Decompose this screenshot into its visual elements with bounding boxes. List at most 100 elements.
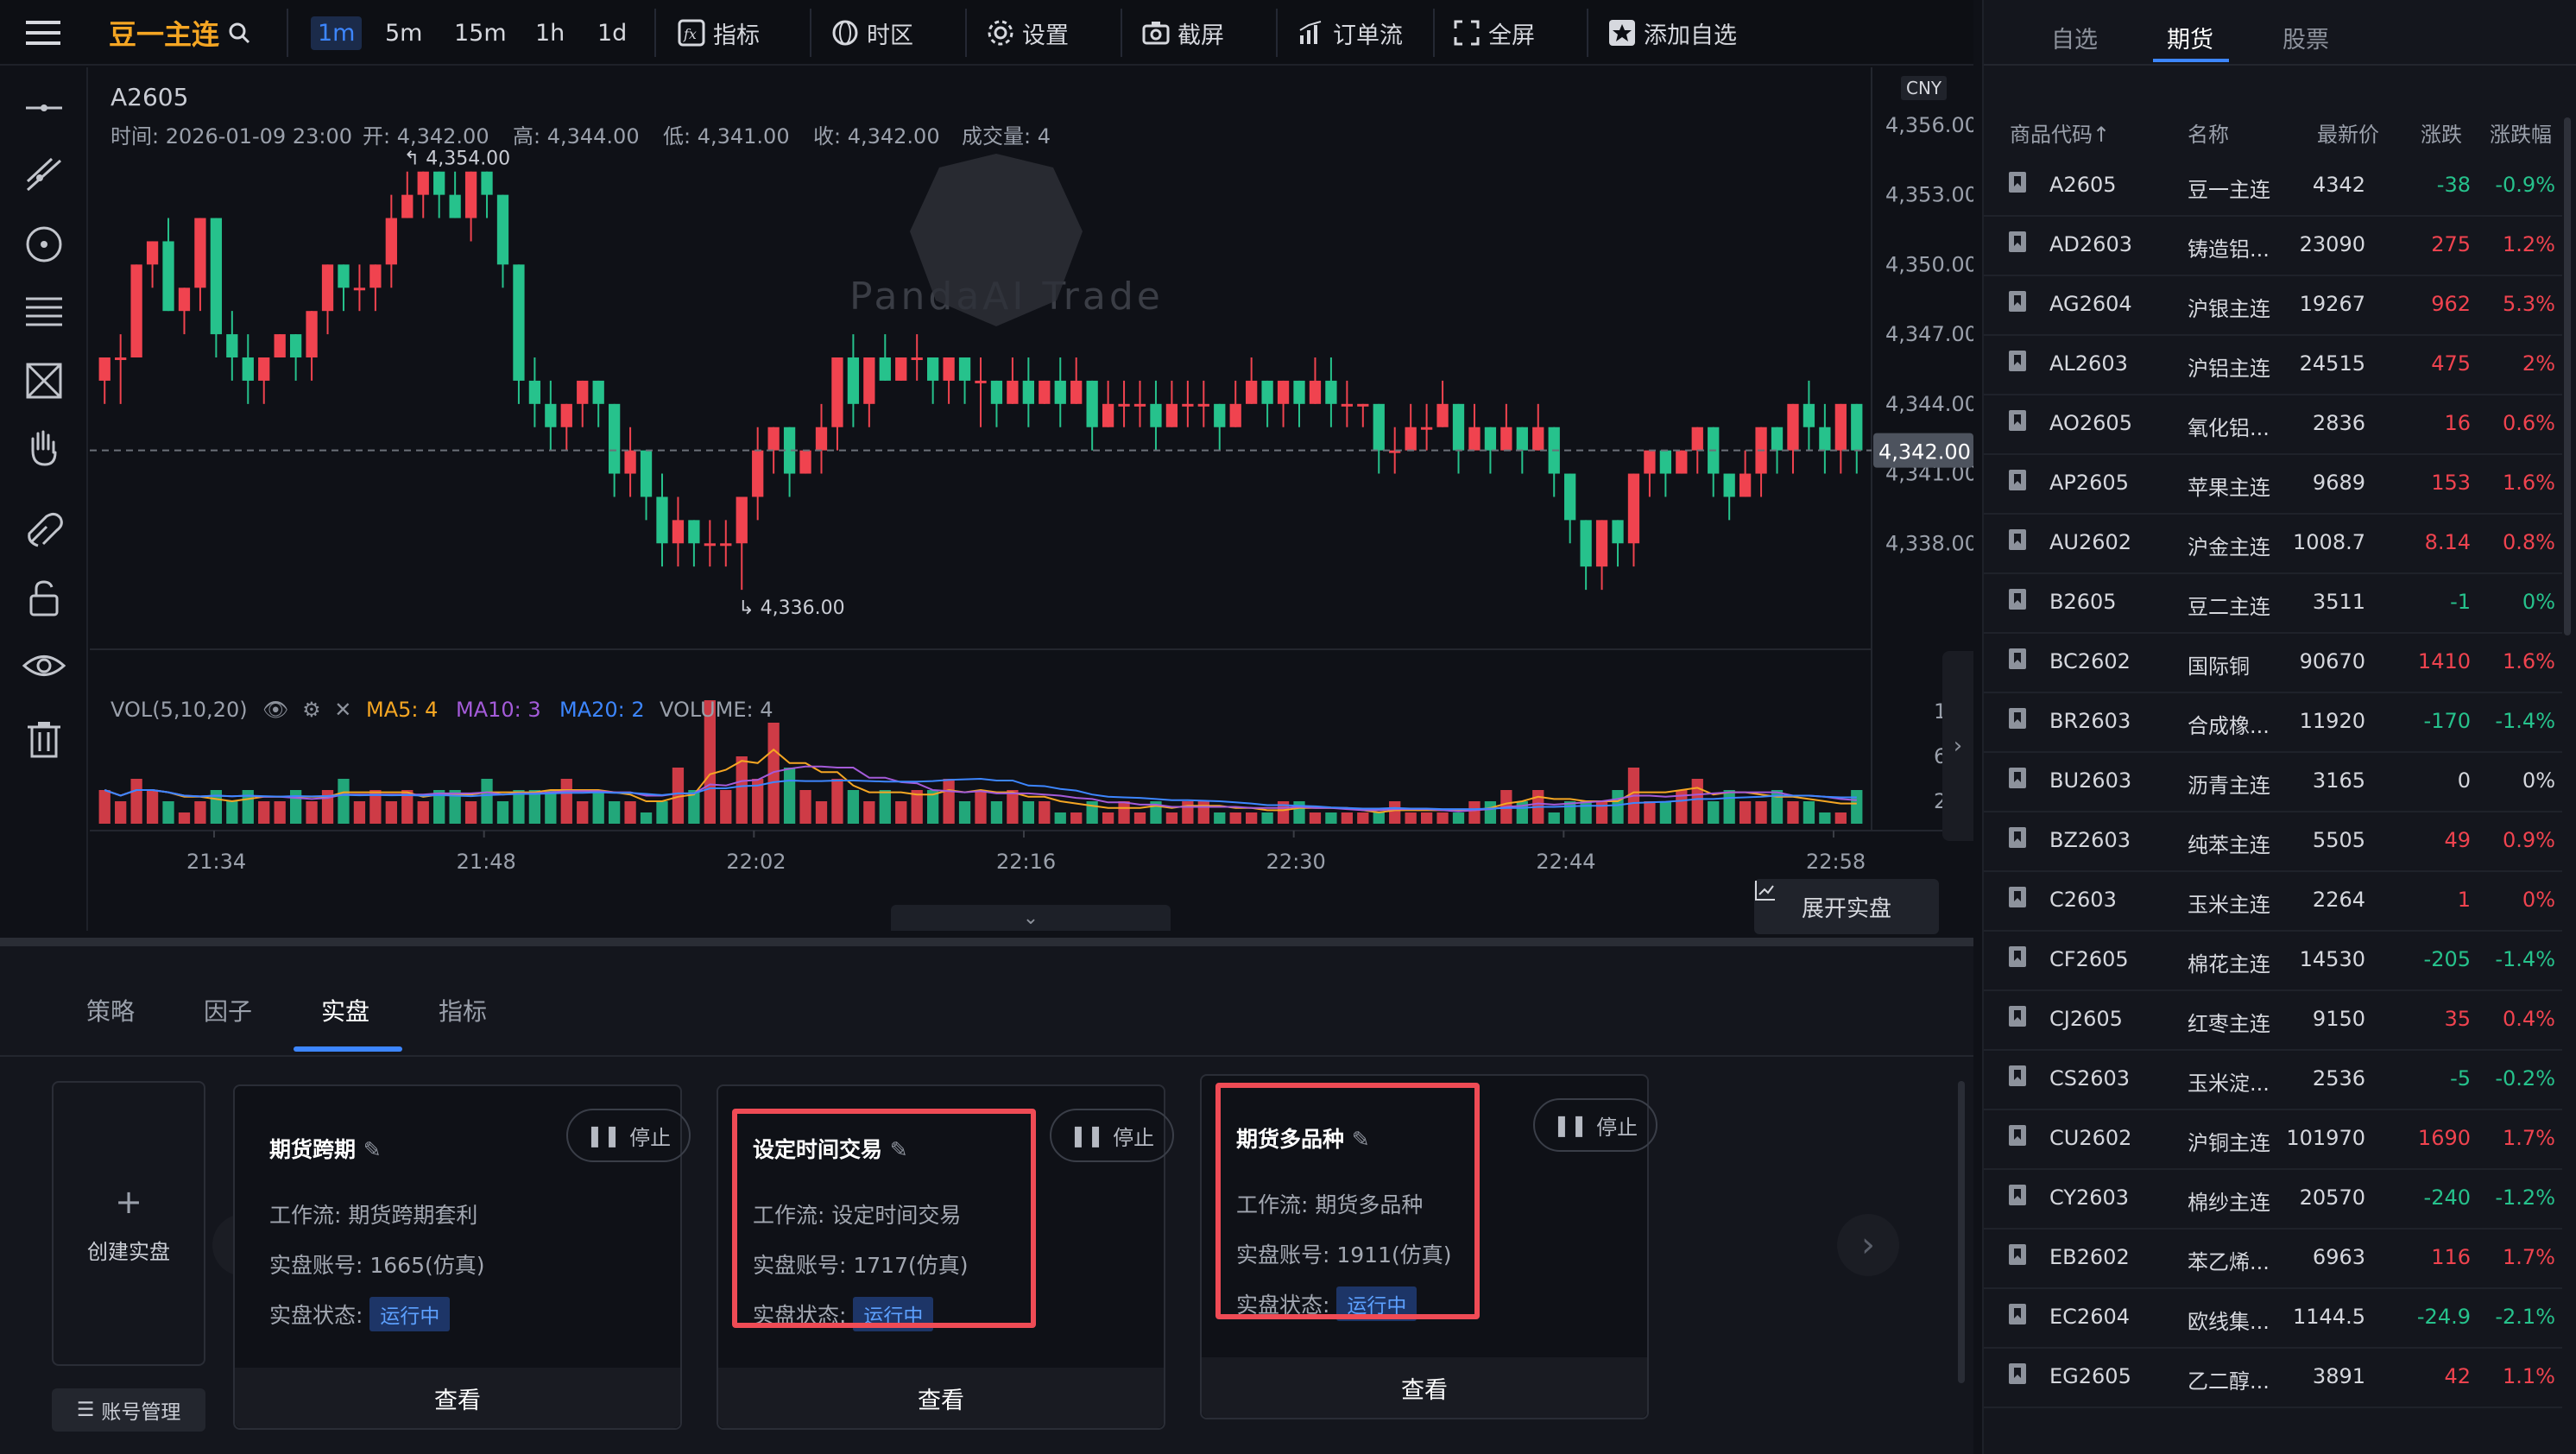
bookmark-icon[interactable] — [2008, 231, 2027, 258]
tab-futures[interactable]: 期货 — [2167, 21, 2213, 54]
period-15m[interactable]: 15m — [454, 0, 507, 66]
bookmark-icon[interactable] — [2008, 171, 2027, 199]
circle-tool-icon[interactable] — [21, 221, 67, 268]
add-watch-button[interactable]: 添加自选 — [1607, 0, 1737, 66]
close-icon[interactable]: ✕ — [334, 698, 351, 722]
market-row[interactable]: CU2602 沪铜主连 101970 1690 1.7% — [1984, 1110, 2562, 1170]
lock-icon[interactable] — [21, 575, 67, 622]
market-row[interactable]: B2605 豆二主连 3511 -1 0% — [1984, 574, 2562, 634]
menu-icon[interactable] — [24, 0, 62, 66]
tab-live[interactable]: 实盘 — [321, 993, 369, 1027]
tab-strategy[interactable]: 策略 — [86, 993, 135, 1027]
view-button[interactable]: 查看 — [1202, 1357, 1647, 1418]
market-row[interactable]: CJ2605 红枣主连 9150 35 0.4% — [1984, 991, 2562, 1051]
order-flow-button[interactable]: 订单流 — [1297, 0, 1403, 66]
bookmark-icon[interactable] — [2008, 528, 2027, 556]
bookmark-icon[interactable] — [2008, 469, 2027, 496]
carousel-next-button[interactable]: › — [1837, 1214, 1899, 1276]
bookmark-icon[interactable] — [2008, 1184, 2027, 1211]
period-1m[interactable]: 1m — [311, 0, 363, 66]
market-row[interactable]: BU2603 沥青主连 3165 0 0% — [1984, 753, 2562, 812]
eye-icon[interactable] — [21, 642, 67, 689]
tab-stocks[interactable]: 股票 — [2282, 21, 2329, 54]
horizontal-line-icon[interactable] — [21, 85, 67, 131]
bookmark-icon[interactable] — [2008, 648, 2027, 675]
period-1h[interactable]: 1h — [535, 0, 565, 66]
bookmark-icon[interactable] — [2008, 290, 2027, 318]
market-row[interactable]: A2605 豆一主连 4342 -38 -0.9% — [1984, 157, 2562, 217]
tab-indicator[interactable]: 指标 — [439, 993, 487, 1027]
bookmark-icon[interactable] — [2008, 1303, 2027, 1331]
bottom-scrollbar[interactable] — [1958, 1081, 1965, 1383]
fibonacci-icon[interactable] — [21, 288, 67, 335]
market-row[interactable]: BR2603 合成橡... 11920 -170 -1.4% — [1984, 693, 2562, 753]
header-price[interactable]: 最新价 — [2317, 117, 2379, 148]
market-row[interactable]: AU2602 沪金主连 1008.7 8.14 0.8% — [1984, 515, 2562, 574]
search-icon[interactable] — [228, 22, 250, 44]
edit-icon[interactable]: ✎ — [363, 1137, 382, 1162]
market-row[interactable]: CS2603 玉米淀... 2536 -5 -0.2% — [1984, 1051, 2562, 1110]
trash-icon[interactable] — [21, 717, 67, 763]
bookmark-icon[interactable] — [2008, 707, 2027, 735]
bookmark-icon[interactable] — [2008, 945, 2027, 973]
stop-button[interactable]: ❚❚ 停止 — [1533, 1098, 1657, 1152]
market-row[interactable]: EB2602 苯乙烯... 6963 116 1.7% — [1984, 1230, 2562, 1289]
live-card-futures-spread[interactable]: 期货跨期 ✎ ❚❚ 停止 工作流: 期货跨期套利 实盘账号: 1665(仿真) 实… — [233, 1084, 691, 1430]
header-code[interactable]: 商品代码↑ — [2010, 117, 2110, 148]
bookmark-icon[interactable] — [2008, 588, 2027, 616]
bookmark-icon[interactable] — [2008, 1243, 2027, 1271]
bookmark-icon[interactable] — [2008, 1362, 2027, 1390]
kline-chart[interactable]: 4,356.00 4,353.00 4,350.00 4,347.00 4,344.00… — [90, 67, 1973, 934]
header-change[interactable]: 涨跌 — [2421, 117, 2462, 148]
chart-canvas[interactable]: 4,356.00 4,353.00 4,350.00 4,347.00 4,344.00… — [90, 67, 1973, 931]
market-row[interactable]: EC2604 欧线集... 1144.5 -24.9 -2.1% — [1984, 1289, 2562, 1349]
fullscreen-button[interactable]: 全屏 — [1452, 0, 1535, 66]
screenshot-button[interactable]: 截屏 — [1141, 0, 1224, 66]
market-row[interactable]: AP2605 苹果主连 9689 153 1.6% — [1984, 455, 2562, 515]
bookmark-icon[interactable] — [2008, 1065, 2027, 1092]
header-change-pct[interactable]: 涨跌幅 — [2490, 117, 2552, 148]
market-row[interactable]: EG2605 乙二醇... 3891 42 1.1% — [1984, 1349, 2562, 1408]
market-row[interactable]: BZ2603 纯苯主连 5505 49 0.9% — [1984, 812, 2562, 872]
bookmark-icon[interactable] — [2008, 409, 2027, 437]
market-row[interactable]: BC2602 国际铜 90670 1410 1.6% — [1984, 634, 2562, 693]
vol-indicator-controls[interactable]: 👁︎ ⚙︎ ✕ — [262, 698, 351, 722]
pattern-icon[interactable] — [21, 357, 67, 404]
market-scrollbar[interactable] — [2564, 117, 2571, 635]
timezone-button[interactable]: 时区 — [830, 0, 913, 66]
market-row[interactable]: CF2605 棉花主连 14530 -205 -1.4% — [1984, 932, 2562, 991]
trend-line-icon[interactable] — [21, 152, 67, 199]
create-live-button[interactable]: + 创建实盘 — [52, 1081, 205, 1366]
stop-button[interactable]: ❚❚ 停止 — [566, 1109, 691, 1162]
settings-button[interactable]: 设置 — [986, 0, 1069, 66]
collapse-right-handle[interactable]: › — [1942, 651, 1973, 841]
gear-icon[interactable]: ⚙︎ — [302, 698, 321, 722]
header-name[interactable]: 名称 — [2188, 117, 2229, 148]
view-button[interactable]: 查看 — [235, 1368, 680, 1428]
market-row[interactable]: AD2603 铸造铝... 23090 275 1.2% — [1984, 217, 2562, 276]
market-row[interactable]: AG2604 沪银主连 19267 962 5.3% — [1984, 276, 2562, 336]
tab-factor[interactable]: 因子 — [204, 993, 252, 1027]
bookmark-icon[interactable] — [2008, 826, 2027, 854]
bookmark-icon[interactable] — [2008, 767, 2027, 794]
market-row[interactable]: CY2603 棉纱主连 20570 -240 -1.2% — [1984, 1170, 2562, 1230]
account-management-button[interactable]: ☰ 账号管理 — [52, 1388, 205, 1432]
period-1d[interactable]: 1d — [597, 0, 627, 66]
bookmark-icon[interactable] — [2008, 886, 2027, 913]
period-5m[interactable]: 5m — [385, 0, 422, 66]
tab-watchlist[interactable]: 自选 — [2051, 21, 2098, 54]
view-button[interactable]: 查看 — [718, 1368, 1164, 1428]
collapse-bottom-handle[interactable]: ⌄ — [891, 905, 1171, 931]
visibility-icon[interactable]: 👁︎ — [262, 698, 288, 722]
bookmark-icon[interactable] — [2008, 1005, 2027, 1033]
magnet-icon[interactable] — [21, 506, 67, 553]
market-row[interactable]: C2603 玉米主连 2264 1 0% — [1984, 872, 2562, 932]
symbol-selector[interactable]: 豆一主连 — [109, 0, 250, 66]
hand-icon[interactable] — [21, 425, 67, 471]
bookmark-icon[interactable] — [2008, 1124, 2027, 1152]
bookmark-icon[interactable] — [2008, 350, 2027, 377]
stop-button[interactable]: ❚❚ 停止 — [1050, 1109, 1174, 1162]
market-row[interactable]: AL2603 沪铝主连 24515 475 2% — [1984, 336, 2562, 395]
market-row[interactable]: AO2605 氧化铝... 2836 16 0.6% — [1984, 395, 2562, 455]
indicator-button[interactable]: fx 指标 — [677, 0, 760, 66]
